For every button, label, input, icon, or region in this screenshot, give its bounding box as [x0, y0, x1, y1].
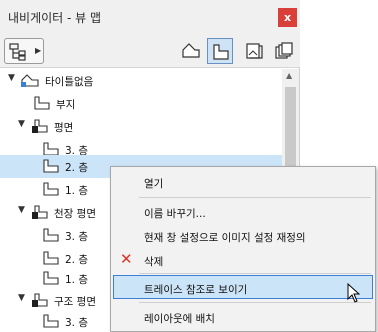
tree-item-label: 부지 — [56, 99, 76, 111]
context-menu: 열기 이름 바꾸기... 현재 창 설정으로 이미지 설정 재정의 ✕ 삭제 트… — [110, 166, 376, 332]
menu-item-delete[interactable]: ✕ 삭제 — [113, 248, 373, 272]
navigator-options-button[interactable]: ▶ — [4, 38, 44, 64]
view-folder-icon — [32, 119, 48, 133]
view-icon — [43, 228, 59, 242]
menu-item-label: 이름 바꾸기... — [144, 208, 206, 220]
menu-item-label: 레이아웃에 배치 — [144, 313, 215, 325]
view-icon — [43, 251, 59, 265]
tree-item-label: 2. 층 — [65, 254, 89, 266]
view-folder-icon — [32, 293, 48, 307]
toolbar: ▶ — [0, 34, 300, 68]
tree-root-row[interactable]: ▼ 타이틀없음 — [0, 69, 282, 92]
tree-item-label: 1. 층 — [65, 185, 89, 197]
tree-item-site[interactable]: 부지 — [0, 92, 282, 115]
menu-item-label: 현재 창 설정으로 이미지 설정 재정의 — [144, 232, 306, 244]
title-bar: 내비게이터 - 뷰 맵 x — [0, 0, 300, 34]
view-map-button[interactable] — [207, 38, 233, 64]
tree-folder-floor-plans[interactable]: ▼ 평면 — [0, 115, 282, 138]
close-button[interactable]: x — [278, 8, 297, 27]
view-icon — [43, 182, 59, 196]
menu-item-show-as-trace-reference[interactable]: 트레이스 참조로 보이기 — [113, 275, 373, 299]
chevron-down-icon[interactable]: ▼ — [18, 205, 25, 215]
tree-item-label: 3. 층 — [65, 317, 89, 329]
caret-right-icon: ▶ — [35, 46, 42, 55]
view-icon — [43, 271, 59, 285]
tree-options-icon — [9, 43, 26, 61]
tree-item-label: 평면 — [54, 122, 74, 134]
tree-root-label: 타이틀없음 — [45, 76, 94, 88]
tree-item-label: 2. 층 — [65, 162, 89, 174]
tree-item-label: 구조 평면 — [54, 296, 96, 308]
chevron-down-icon[interactable]: ▼ — [18, 119, 25, 129]
tree-item-label: 1. 층 — [65, 274, 89, 286]
view-icon — [43, 159, 59, 173]
publisher-sets-button[interactable] — [271, 38, 297, 64]
chevron-down-icon[interactable]: ▼ — [8, 73, 15, 83]
menu-item-label: 열기 — [144, 178, 164, 190]
tree-item-label: 천장 평면 — [54, 208, 96, 220]
chevron-down-icon[interactable]: ▼ — [18, 293, 25, 303]
layout-book-icon — [246, 43, 263, 59]
menu-item-label: 트레이스 참조로 보이기 — [144, 284, 248, 296]
scroll-up-arrow-icon[interactable]: ▲ — [286, 71, 292, 80]
menu-separator — [139, 273, 371, 274]
project-icon — [21, 74, 39, 87]
view-map-icon — [213, 44, 229, 60]
menu-item-label: 삭제 — [144, 256, 164, 268]
view-icon — [34, 96, 50, 110]
menu-item-rename[interactable]: 이름 바꾸기... — [113, 200, 373, 224]
project-map-button[interactable] — [178, 38, 204, 64]
menu-separator — [139, 302, 371, 303]
layout-book-button[interactable] — [241, 38, 267, 64]
menu-item-place-on-layout[interactable]: 레이아웃에 배치 — [113, 305, 373, 329]
publisher-sets-icon — [275, 42, 293, 59]
menu-separator — [139, 197, 371, 198]
window-title: 내비게이터 - 뷰 맵 — [8, 11, 102, 25]
tree-item-label: 3. 층 — [65, 231, 89, 243]
menu-item-open[interactable]: 열기 — [113, 170, 373, 194]
view-folder-icon — [32, 205, 48, 219]
mouse-cursor-icon — [347, 283, 361, 303]
menu-item-redefine-settings[interactable]: 현재 창 설정으로 이미지 설정 재정의 — [113, 224, 373, 248]
delete-x-icon: ✕ — [120, 250, 133, 268]
project-map-icon — [182, 43, 200, 58]
view-icon — [43, 314, 59, 328]
